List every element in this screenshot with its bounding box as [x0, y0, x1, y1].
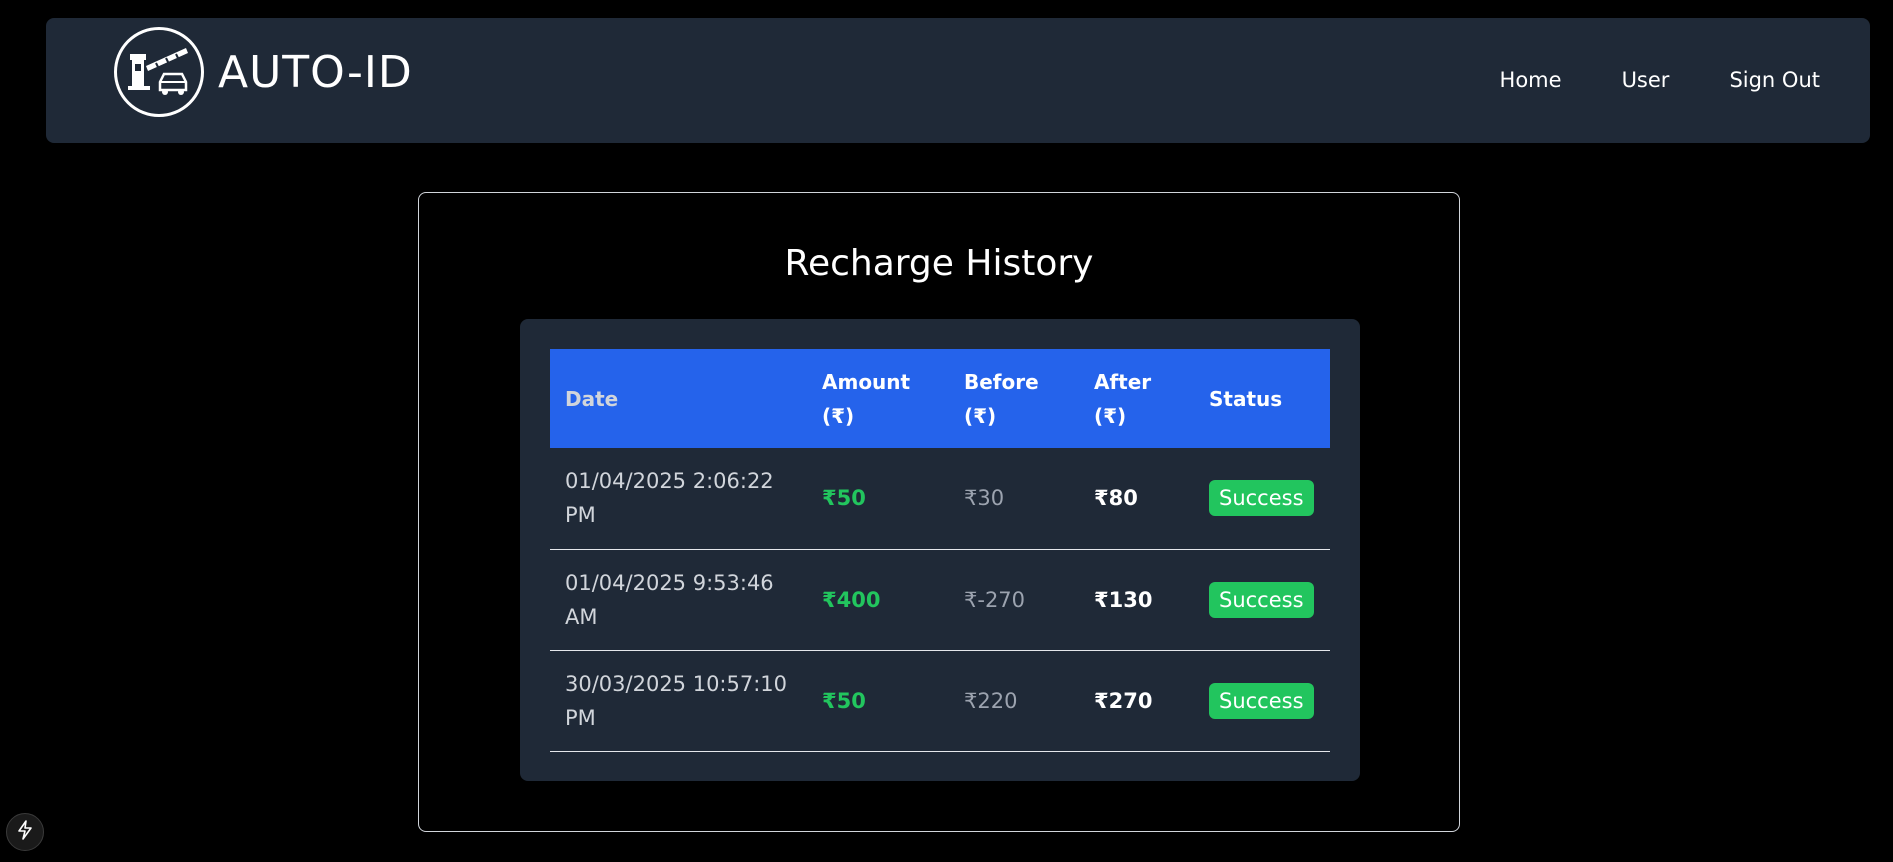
table-row: 01/04/2025 9:53:46 AM ₹400 ₹-270 ₹130 Su… — [550, 549, 1330, 650]
row-status: Success — [1194, 650, 1330, 751]
row-amount: ₹50 — [822, 486, 866, 511]
row-date: 01/04/2025 9:53:46 AM — [565, 570, 774, 629]
brand-name: AUTO-ID — [218, 46, 413, 98]
nav-user-link[interactable]: User — [1622, 68, 1670, 92]
nav-home-link[interactable]: Home — [1500, 68, 1562, 92]
status-badge: Success — [1209, 581, 1314, 618]
table-header-row: Date Amount (₹) Before (₹) After (₹) Sta… — [550, 349, 1330, 448]
nav-links: Home User Sign Out — [1440, 68, 1820, 92]
status-badge: Success — [1209, 682, 1314, 719]
lightning-icon — [16, 820, 34, 844]
recharge-history-table: Date Amount (₹) Before (₹) After (₹) Sta… — [550, 349, 1330, 752]
row-before: ₹220 — [964, 688, 1018, 713]
row-after: ₹80 — [1094, 486, 1138, 511]
dev-tools-button[interactable] — [6, 813, 44, 851]
row-status: Success — [1194, 549, 1330, 650]
recharge-history-card: Recharge History Date Amount (₹) Before … — [418, 192, 1460, 832]
header-date: Date — [565, 386, 619, 411]
navbar: AUTO-ID Home User Sign Out — [46, 18, 1870, 143]
header-after: After (₹) — [1094, 369, 1152, 428]
row-after: ₹130 — [1094, 587, 1153, 612]
row-date: 01/04/2025 2:06:22 PM — [565, 469, 774, 528]
page-title: Recharge History — [784, 243, 1094, 284]
status-badge: Success — [1209, 480, 1314, 517]
nav-sign-out-link[interactable]: Sign Out — [1729, 68, 1820, 92]
table-container: Date Amount (₹) Before (₹) After (₹) Sta… — [520, 319, 1360, 781]
row-date: 30/03/2025 10:57:10 PM — [565, 671, 788, 730]
row-amount: ₹50 — [822, 688, 866, 713]
row-after: ₹270 — [1094, 688, 1153, 713]
row-amount: ₹400 — [822, 587, 881, 612]
toll-gate-car-icon — [114, 27, 204, 117]
row-before: ₹30 — [964, 486, 1005, 511]
brand[interactable]: AUTO-ID — [114, 26, 413, 118]
row-status: Success — [1194, 448, 1330, 549]
table-row: 01/04/2025 2:06:22 PM ₹50 ₹30 ₹80 Succes… — [550, 448, 1330, 549]
header-status: Status — [1209, 386, 1283, 411]
header-before: Before (₹) — [964, 369, 1039, 428]
row-before: ₹-270 — [964, 587, 1026, 612]
header-amount: Amount (₹) — [822, 369, 911, 428]
table-row: 30/03/2025 10:57:10 PM ₹50 ₹220 ₹270 Suc… — [550, 650, 1330, 751]
